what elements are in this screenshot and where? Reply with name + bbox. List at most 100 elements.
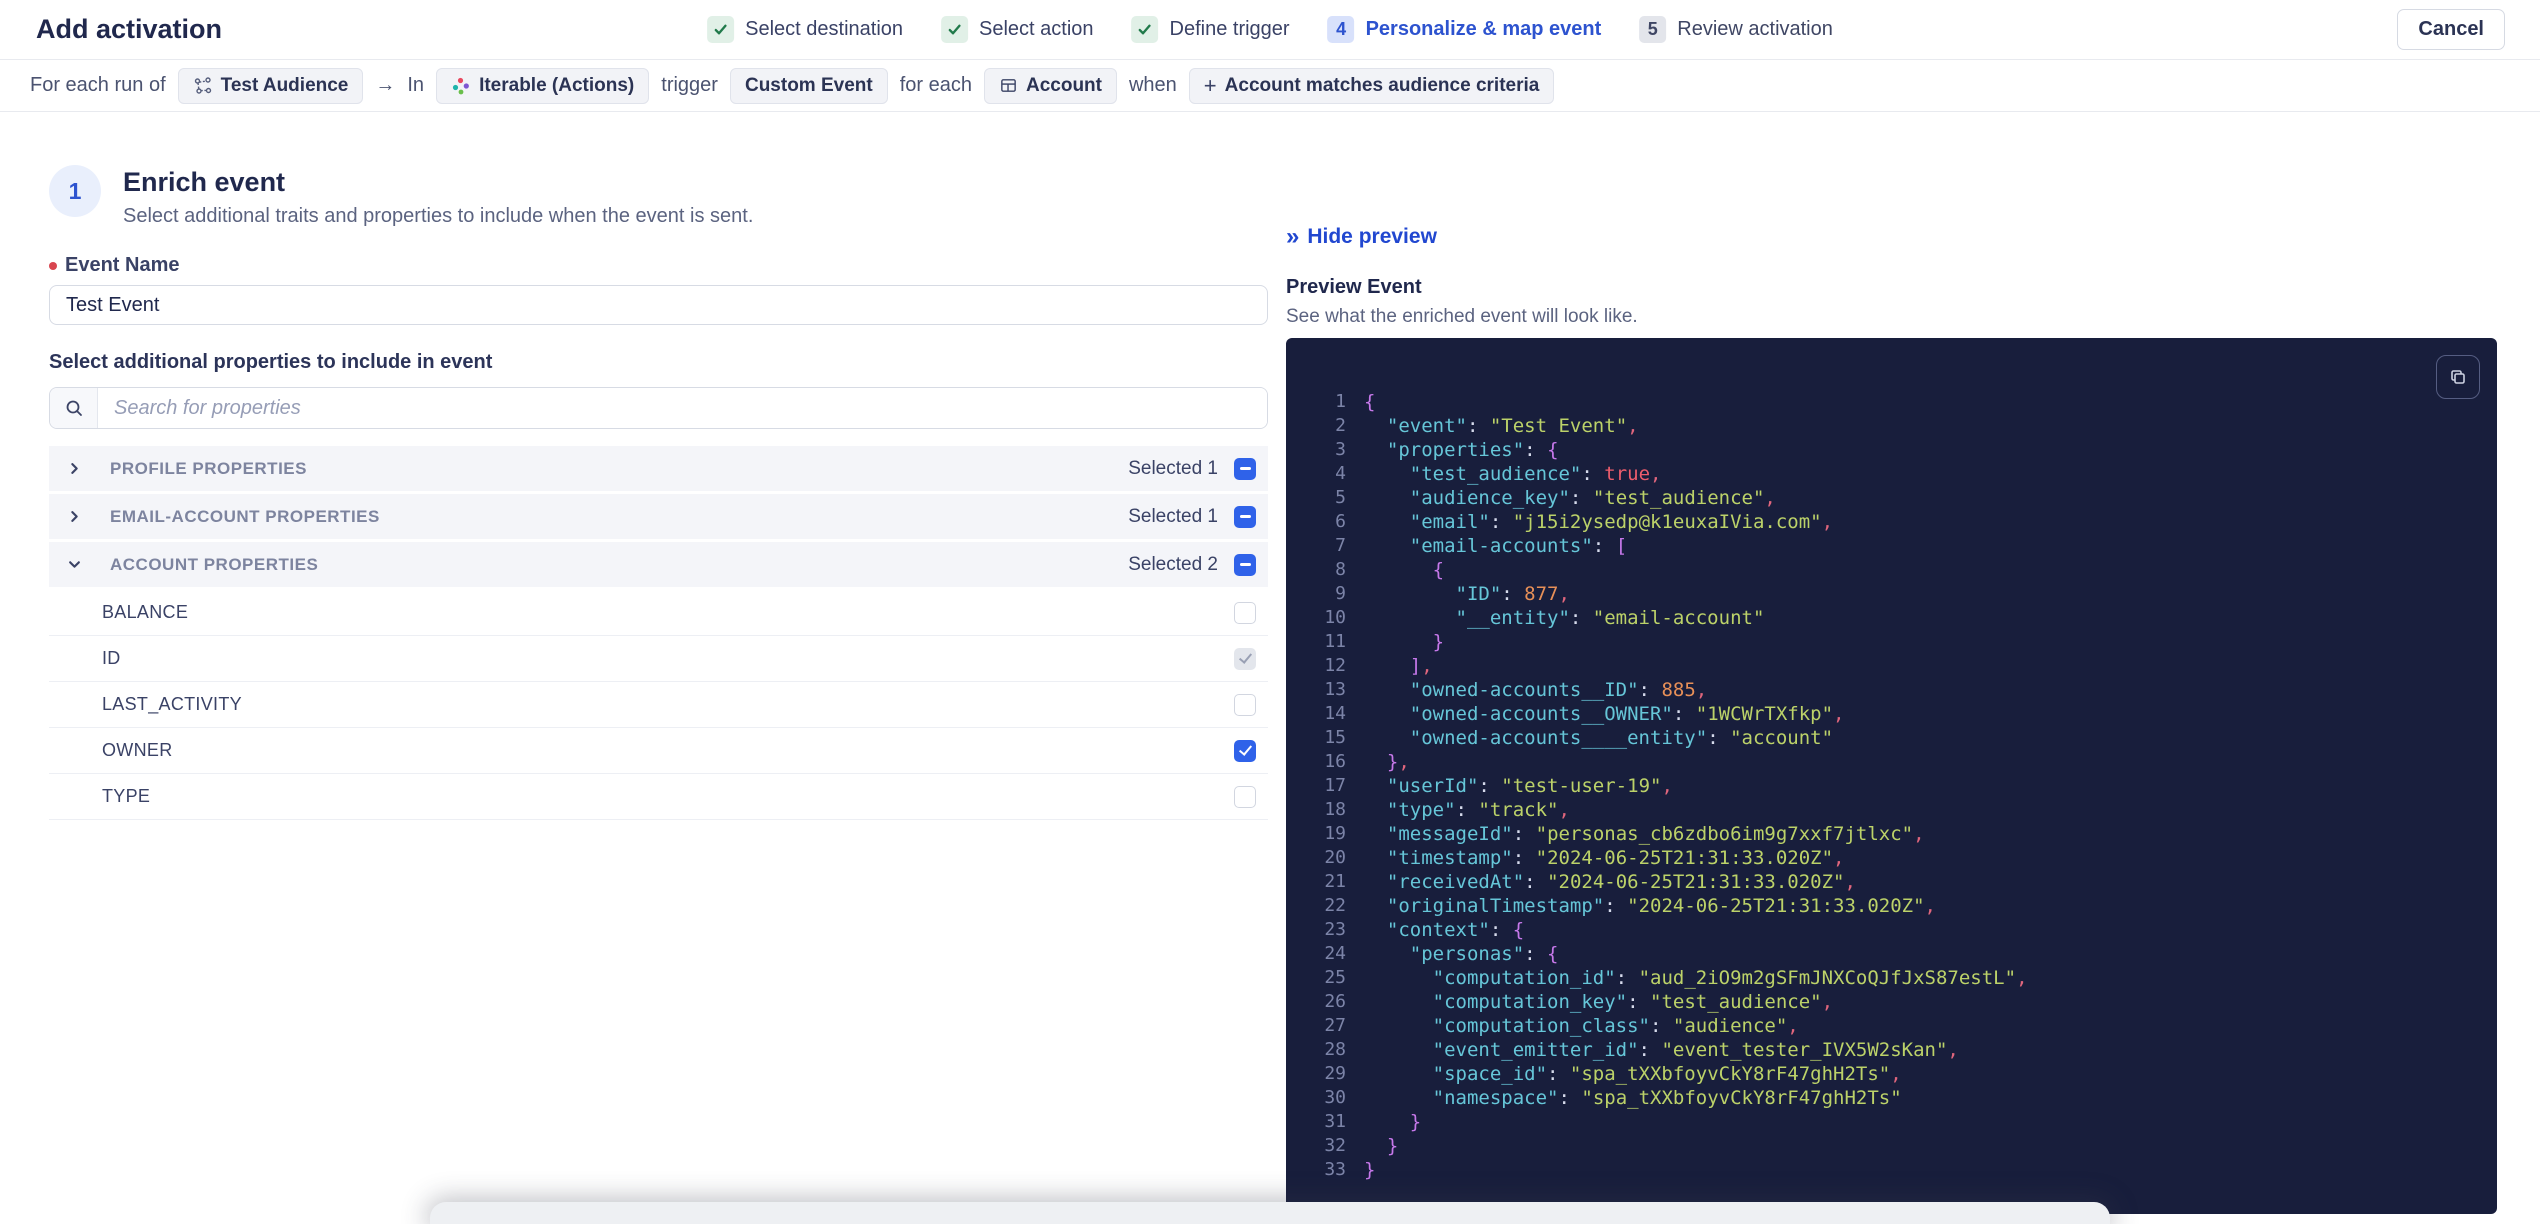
line-content: "email-accounts": [ xyxy=(1364,534,1627,558)
code-line: 8 { xyxy=(1298,558,2477,582)
preview-subtitle: See what the enriched event will look li… xyxy=(1286,306,2497,328)
property-row-last_activity[interactable]: LAST_ACTIVITY xyxy=(49,682,1268,728)
check-mark-icon xyxy=(1238,742,1251,756)
line-number: 33 xyxy=(1298,1158,1346,1182)
check-icon xyxy=(1132,16,1159,43)
line-number: 16 xyxy=(1298,750,1346,774)
property-checkbox[interactable] xyxy=(1234,740,1256,762)
group-checkbox[interactable] xyxy=(1234,506,1256,528)
chip-label: Account xyxy=(1026,75,1102,97)
hide-preview-link[interactable]: » Hide preview xyxy=(1286,225,1437,249)
line-content: "computation_class": "audience", xyxy=(1364,1014,1799,1038)
step-label: Define trigger xyxy=(1170,18,1290,41)
code-line: 10 "__entity": "email-account" xyxy=(1298,606,2477,630)
group-header-account-properties[interactable]: ACCOUNT PROPERTIESSelected 2 xyxy=(49,542,1268,587)
property-checkbox[interactable] xyxy=(1234,648,1256,670)
code-line: 17 "userId": "test-user-19", xyxy=(1298,774,2477,798)
line-content: } xyxy=(1364,1134,1398,1158)
line-content: "ID": 877, xyxy=(1364,582,1570,606)
context-text: trigger xyxy=(661,74,718,97)
line-content: "originalTimestamp": "2024-06-25T21:31:3… xyxy=(1364,894,1936,918)
context-chip-iterable-actions-[interactable]: Iterable (Actions) xyxy=(436,68,649,104)
group-header-profile-properties[interactable]: PROFILE PROPERTIESSelected 1 xyxy=(49,446,1268,491)
code-line: 33} xyxy=(1298,1158,2477,1182)
step-label: Personalize & map event xyxy=(1366,18,1602,41)
property-checkbox[interactable] xyxy=(1234,786,1256,808)
code-line: 18 "type": "track", xyxy=(1298,798,2477,822)
line-content: "userId": "test-user-19", xyxy=(1364,774,1673,798)
search-input[interactable] xyxy=(98,388,1267,428)
code-line: 23 "context": { xyxy=(1298,918,2477,942)
step-5[interactable]: 5Review activation xyxy=(1639,16,1833,43)
line-number: 2 xyxy=(1298,414,1346,438)
line-content: "properties": { xyxy=(1364,438,1559,462)
property-row-id[interactable]: ID xyxy=(49,636,1268,682)
property-row-owner[interactable]: OWNER xyxy=(49,728,1268,774)
property-row-balance[interactable]: BALANCE xyxy=(49,590,1268,636)
line-content: ], xyxy=(1364,654,1433,678)
code-line: 13 "owned-accounts__ID": 885, xyxy=(1298,678,2477,702)
code-line: 30 "namespace": "spa_tXXbfoyvCkY8rF47ghH… xyxy=(1298,1086,2477,1110)
line-number: 15 xyxy=(1298,726,1346,750)
context-chip-custom-event[interactable]: Custom Event xyxy=(730,68,888,104)
code-line: 20 "timestamp": "2024-06-25T21:31:33.020… xyxy=(1298,846,2477,870)
step-2[interactable]: Select action xyxy=(941,16,1094,43)
group-label: EMAIL-ACCOUNT PROPERTIES xyxy=(110,507,380,527)
group-checkbox[interactable] xyxy=(1234,554,1256,576)
plus-icon: + xyxy=(1204,75,1217,97)
audience-icon xyxy=(193,76,213,96)
step-number-badge: 1 xyxy=(49,165,101,217)
code-line: 7 "email-accounts": [ xyxy=(1298,534,2477,558)
table-icon xyxy=(999,76,1018,95)
chip-label: Iterable (Actions) xyxy=(479,75,634,97)
line-content: "computation_id": "aud_2iO9m2gSFmJNXCoQJ… xyxy=(1364,966,2028,990)
search-icon xyxy=(50,388,98,428)
property-checkbox[interactable] xyxy=(1234,694,1256,716)
line-content: "owned-accounts__ID": 885, xyxy=(1364,678,1707,702)
main-content: 1 Enrich event Select additional traits … xyxy=(0,112,2540,1217)
indeterminate-mark-icon xyxy=(1240,467,1251,470)
code-line: 9 "ID": 877, xyxy=(1298,582,2477,606)
code-line: 29 "space_id": "spa_tXXbfoyvCkY8rF47ghH2… xyxy=(1298,1062,2477,1086)
context-chip-account-matches-audience-criteria[interactable]: +Account matches audience criteria xyxy=(1189,68,1555,104)
group-header-right: Selected 1 xyxy=(1128,458,1256,480)
context-chip-test-audience[interactable]: Test Audience xyxy=(178,68,364,104)
line-content: "event": "Test Event", xyxy=(1364,414,1639,438)
property-search xyxy=(49,387,1268,429)
step-3[interactable]: Define trigger xyxy=(1132,16,1290,43)
step-4[interactable]: 4Personalize & map event xyxy=(1328,16,1602,43)
event-name-input[interactable] xyxy=(49,285,1268,325)
code-line: 14 "owned-accounts__OWNER": "1WCWrTXfkp"… xyxy=(1298,702,2477,726)
check-icon xyxy=(941,16,968,43)
group-header-email-account-properties[interactable]: EMAIL-ACCOUNT PROPERTIESSelected 1 xyxy=(49,494,1268,539)
context-text: when xyxy=(1129,74,1177,97)
code-line: 27 "computation_class": "audience", xyxy=(1298,1014,2477,1038)
context-bar: For each run ofTest Audience→InIterable … xyxy=(0,60,2540,112)
property-checkbox[interactable] xyxy=(1234,602,1256,624)
cancel-button[interactable]: Cancel xyxy=(2397,9,2505,50)
code-line: 31 } xyxy=(1298,1110,2477,1134)
property-row-type[interactable]: TYPE xyxy=(49,774,1268,820)
group-checkbox[interactable] xyxy=(1234,458,1256,480)
json-code: 1{2 "event": "Test Event",3 "properties"… xyxy=(1286,338,2497,1212)
line-content: } xyxy=(1364,1110,1421,1134)
copy-button[interactable] xyxy=(2436,355,2480,399)
step-number-badge: 5 xyxy=(1639,16,1666,43)
step-1[interactable]: Select destination xyxy=(707,16,903,43)
context-chip-account[interactable]: Account xyxy=(984,68,1117,104)
line-number: 19 xyxy=(1298,822,1346,846)
section-title: Enrich event xyxy=(123,167,753,198)
stepper: Select destination Select action Define tr… xyxy=(707,0,1833,59)
line-number: 7 xyxy=(1298,534,1346,558)
line-content: }, xyxy=(1364,750,1410,774)
bottom-sheet-edge xyxy=(430,1202,2110,1224)
json-preview-panel: 1{2 "event": "Test Event",3 "properties"… xyxy=(1286,338,2497,1214)
context-text: For each run of xyxy=(30,74,166,97)
code-line: 26 "computation_key": "test_audience", xyxy=(1298,990,2477,1014)
line-number: 23 xyxy=(1298,918,1346,942)
enrich-event-section: 1 Enrich event Select additional traits … xyxy=(49,112,1268,820)
line-content: "test_audience": true, xyxy=(1364,462,1661,486)
line-content: "context": { xyxy=(1364,918,1524,942)
line-content: } xyxy=(1364,1158,1375,1182)
line-number: 32 xyxy=(1298,1134,1346,1158)
